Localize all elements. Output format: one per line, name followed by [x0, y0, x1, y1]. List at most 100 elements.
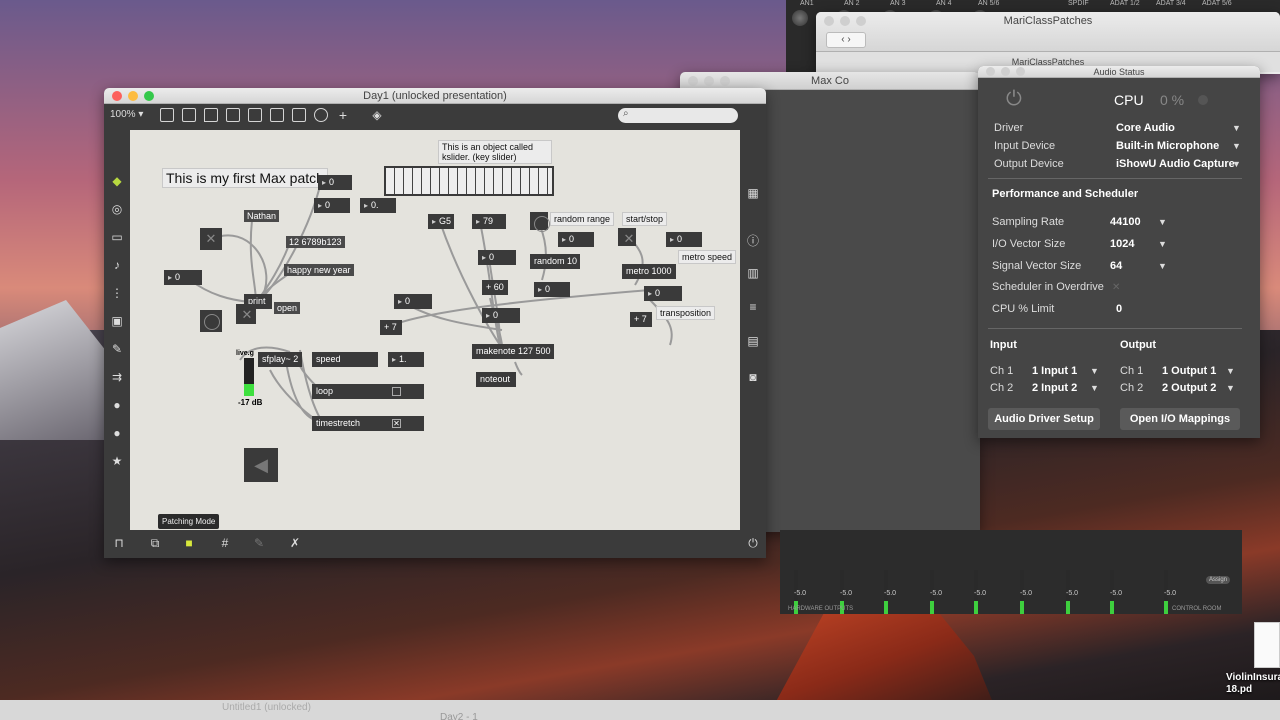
power-icon[interactable]: ⏻ — [1006, 88, 1022, 111]
paperclip-icon[interactable]: ✎ — [110, 342, 124, 356]
image-icon[interactable]: ▣ — [110, 314, 124, 328]
note-name-box[interactable]: G5 — [428, 214, 454, 229]
speaker-icon[interactable]: ◀ — [244, 448, 278, 482]
dial-icon[interactable] — [314, 108, 328, 122]
input-device-select[interactable]: Built-in Microphone — [1116, 140, 1219, 152]
beap-icon[interactable]: ● — [110, 426, 124, 440]
sampling-rate-select[interactable]: 44100 — [1110, 216, 1141, 228]
power-icon[interactable]: ⏻ — [746, 536, 760, 551]
back-forward-buttons[interactable]: ‹ › — [826, 32, 866, 48]
timestretch-checkbox[interactable]: ✕ — [392, 419, 401, 428]
number-box[interactable]: 0 — [644, 286, 682, 301]
number-box[interactable]: 0 — [314, 198, 350, 213]
object-icon[interactable] — [160, 108, 174, 122]
cpu-limit-value[interactable]: 0 — [1116, 303, 1122, 315]
speed-value[interactable]: 1. — [388, 352, 424, 367]
audio-driver-setup-button[interactable]: Audio Driver Setup — [988, 408, 1100, 430]
metro-toggle[interactable] — [618, 228, 636, 246]
random-object[interactable]: random 10 — [530, 254, 580, 269]
io-vector-select[interactable]: 1024 — [1110, 238, 1134, 250]
snap-icon[interactable]: ✎ — [252, 536, 266, 550]
wrench-icon[interactable]: ✗ — [288, 536, 302, 550]
presentation-icon[interactable]: ⧉ — [148, 536, 162, 551]
gain-knob[interactable] — [792, 10, 808, 26]
overdrive-checkbox[interactable]: ✕ — [1112, 282, 1120, 293]
number-box[interactable]: 0 — [482, 308, 520, 323]
grid-icon[interactable]: ▦ — [746, 186, 760, 200]
bang-button[interactable] — [200, 310, 222, 332]
random-button[interactable] — [530, 212, 550, 232]
patcher-canvas[interactable]: This is my first Max patch This is an ob… — [130, 130, 740, 530]
loop-checkbox[interactable] — [392, 387, 401, 396]
number-box[interactable]: 0 — [534, 282, 570, 297]
message-hex[interactable]: 12 6789b123 — [286, 236, 345, 248]
assign-button[interactable]: Assign — [1206, 576, 1231, 584]
makenote-object[interactable]: makenote 127 500 — [472, 344, 554, 359]
kslider-keyboard[interactable] — [384, 166, 554, 196]
open-io-mappings-button[interactable]: Open I/O Mappings — [1120, 408, 1240, 430]
speed-attrui[interactable]: speed — [312, 352, 378, 367]
output-ch2-select[interactable]: 2 Output 2 — [1162, 382, 1216, 394]
number-box[interactable]: 0 — [318, 175, 352, 190]
untitled-window-title[interactable]: Untitled1 (unlocked) — [222, 702, 311, 713]
reference-icon[interactable]: ▤ — [746, 334, 760, 348]
day2-window-title[interactable]: Day2 - 1 — [440, 712, 478, 720]
zoom-button[interactable] — [144, 91, 154, 101]
add-object[interactable]: + 60 — [482, 280, 508, 295]
noteout-object[interactable]: noteout — [476, 372, 516, 387]
number-box[interactable]: 0 — [394, 294, 432, 309]
sfplay-object[interactable]: sfplay~ 2 — [258, 352, 302, 367]
pdf-file-icon[interactable] — [1254, 622, 1280, 668]
input-ch1-select[interactable]: 1 Input 1 — [1032, 365, 1077, 377]
align-icon[interactable]: ⋮ — [110, 286, 124, 300]
lock-icon[interactable]: ⊓ — [112, 536, 126, 550]
grid-toggle-icon[interactable]: # — [218, 536, 232, 550]
target-icon[interactable]: ◎ — [110, 202, 124, 216]
vizzie-icon[interactable]: ● — [110, 398, 124, 412]
slider-icon[interactable] — [292, 108, 306, 122]
add-icon[interactable]: + — [336, 107, 350, 123]
toggle-icon[interactable] — [226, 108, 240, 122]
zoom-menu[interactable]: 100% ▾ — [110, 109, 143, 120]
add-object[interactable]: + 7 — [630, 312, 652, 327]
message-nathan[interactable]: Nathan — [244, 210, 280, 222]
live-gain-meter[interactable] — [244, 358, 254, 396]
input-ch2-select[interactable]: 2 Input 2 — [1032, 382, 1077, 394]
info-icon[interactable]: ⓘ — [746, 232, 760, 249]
play-icon[interactable] — [270, 108, 284, 122]
button-icon[interactable] — [248, 108, 262, 122]
message-icon[interactable] — [182, 108, 196, 122]
metro-object[interactable]: metro 1000 — [622, 264, 676, 279]
message-happy-new-year[interactable]: happy new year — [284, 264, 354, 276]
search-input[interactable]: ⌕ — [618, 108, 738, 123]
plug-icon[interactable]: ⇉ — [110, 370, 124, 384]
pdf-file-label[interactable]: ViolinInsura 18.pd — [1226, 672, 1280, 696]
music-note-icon[interactable]: ♪ — [110, 258, 124, 272]
book-icon[interactable]: ▥ — [746, 266, 760, 280]
toggle-small[interactable] — [236, 304, 256, 324]
close-button[interactable] — [112, 91, 122, 101]
keyboard-icon[interactable]: ▭ — [110, 230, 124, 244]
minimize-button[interactable] — [128, 91, 138, 101]
loop-attrui[interactable]: loop — [312, 384, 424, 399]
float-box[interactable]: 0. — [360, 198, 396, 213]
patching-mode-icon[interactable]: ■ — [182, 536, 196, 550]
driver-select[interactable]: Core Audio — [1116, 122, 1175, 134]
camera-icon[interactable]: ◙ — [746, 370, 760, 384]
number-box[interactable]: 79 — [472, 214, 506, 229]
number-box[interactable]: 0 — [478, 250, 516, 265]
star-icon[interactable]: ★ — [110, 454, 124, 468]
output-ch1-select[interactable]: 1 Output 1 — [1162, 365, 1216, 377]
cube-icon[interactable]: ◆ — [110, 174, 124, 188]
open-message[interactable]: open — [274, 302, 301, 314]
signal-vector-select[interactable]: 64 — [1110, 260, 1122, 272]
number-box[interactable]: 0 — [558, 232, 594, 247]
number-box[interactable]: 0 — [666, 232, 702, 247]
comment-icon[interactable] — [204, 108, 218, 122]
timestretch-attrui[interactable]: timestretch ✕ — [312, 416, 424, 431]
list-icon[interactable]: ≡ — [746, 300, 760, 314]
title-comment[interactable]: This is my first Max patch — [162, 168, 328, 188]
add-object[interactable]: + 7 — [380, 320, 402, 335]
kslider-comment[interactable]: This is an object called kslider. (key s… — [438, 140, 552, 164]
number-box[interactable]: 0 — [164, 270, 202, 285]
